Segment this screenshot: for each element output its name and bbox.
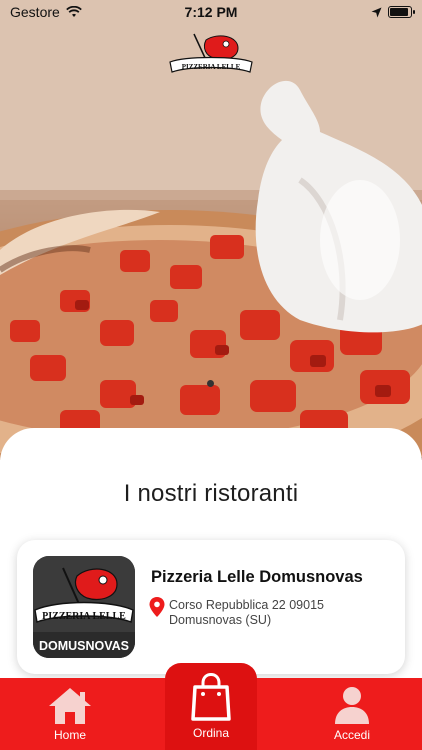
restaurant-logo: PIZZERIA LELLE DOMUSNOVAS bbox=[33, 556, 135, 658]
shopping-bag-icon bbox=[191, 673, 231, 721]
address-line-1: Corso Repubblica 22 09015 bbox=[169, 598, 324, 612]
tab-ordina[interactable]: Ordina bbox=[165, 663, 257, 750]
home-icon bbox=[49, 688, 91, 724]
tab-accedi-label: Accedi bbox=[333, 728, 371, 742]
tab-accedi[interactable]: Accedi bbox=[307, 678, 397, 750]
map-pin-icon bbox=[149, 597, 165, 617]
hero-image: Gestore 7:12 PM PIZZERIA LELLE bbox=[0, 0, 422, 460]
content-sheet: I nostri ristoranti PIZZERIA LELLE DOMUS… bbox=[0, 428, 422, 688]
pizzeria-lelle-logo: PIZZERIA LELLE bbox=[169, 33, 253, 73]
carrier-label: Gestore bbox=[10, 4, 60, 20]
battery-icon bbox=[388, 6, 415, 18]
location-arrow-icon bbox=[371, 7, 382, 17]
status-bar: Gestore 7:12 PM bbox=[0, 0, 422, 24]
tab-home-label: Home bbox=[53, 728, 86, 742]
battery-level bbox=[390, 8, 408, 16]
restaurant-name: Pizzeria Lelle Domusnovas bbox=[151, 568, 363, 586]
address-line-2: Domusnovas (SU) bbox=[169, 613, 272, 627]
restaurant-card[interactable]: PIZZERIA LELLE DOMUSNOVAS Pizzeria Lelle… bbox=[17, 540, 405, 674]
user-icon bbox=[335, 687, 369, 724]
carousel-page-indicator[interactable] bbox=[207, 380, 214, 387]
restaurant-logo-location: DOMUSNOVAS bbox=[39, 639, 129, 653]
restaurant-address: Corso Repubblica 22 09015 Domusnovas (SU… bbox=[169, 598, 324, 628]
wifi-icon bbox=[65, 6, 82, 17]
restaurant-logo-text: PIZZERIA LELLE bbox=[42, 611, 126, 622]
page-title: I nostri ristoranti bbox=[123, 480, 299, 507]
logo-text: PIZZERIA LELLE bbox=[182, 63, 241, 71]
tab-ordina-label: Ordina bbox=[192, 726, 230, 740]
tab-home[interactable]: Home bbox=[25, 678, 115, 750]
